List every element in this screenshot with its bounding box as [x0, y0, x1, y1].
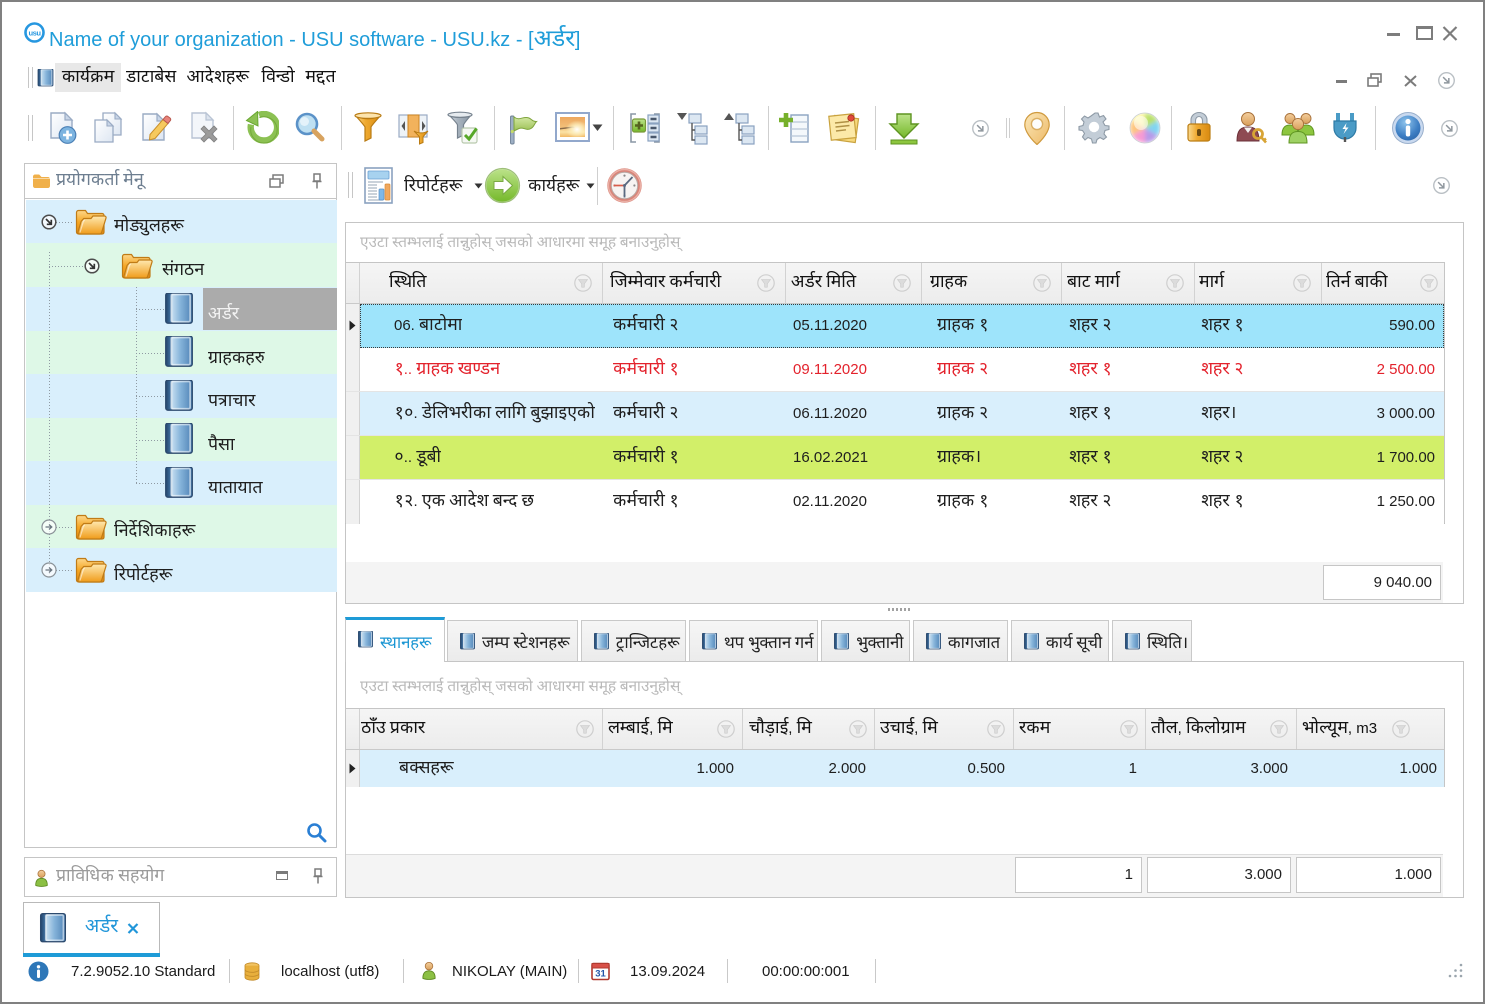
svg-text:usu: usu [28, 28, 41, 37]
svg-text:31: 31 [595, 969, 606, 980]
